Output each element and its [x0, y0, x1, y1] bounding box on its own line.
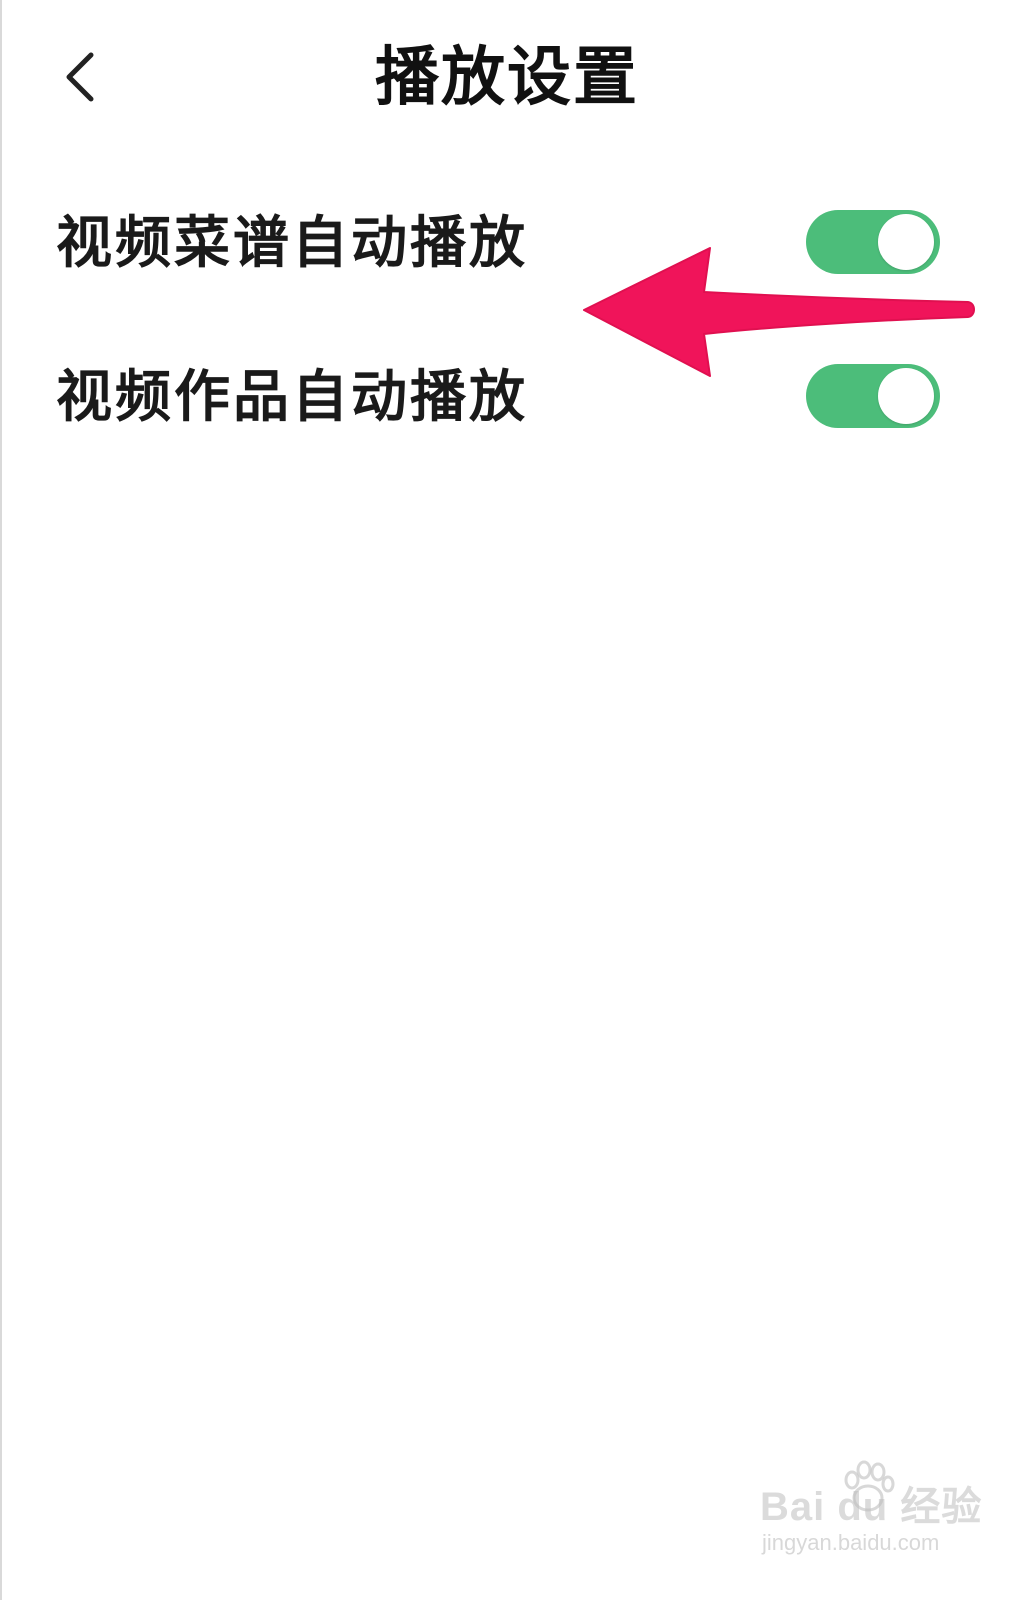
works-video-autoplay-toggle[interactable]	[806, 364, 940, 428]
setting-row-recipe-video-autoplay: 视频菜谱自动播放	[0, 176, 1014, 316]
toggle-knob	[878, 368, 934, 424]
watermark-url: jingyan.baidu.com	[762, 1530, 940, 1555]
watermark-brand: Bai du 经验	[760, 1485, 983, 1529]
setting-row-works-video-autoplay: 视频作品自动播放	[0, 330, 1014, 470]
recipe-video-autoplay-toggle[interactable]	[806, 210, 940, 274]
toggle-knob	[878, 214, 934, 270]
watermark: Bai du 经验 jingyan.baidu.com	[760, 1460, 981, 1570]
header: 播放设置	[0, 0, 1014, 160]
setting-label: 视频作品自动播放	[56, 365, 528, 430]
paw-icon	[844, 1460, 895, 1512]
page-title: 播放设置	[375, 41, 639, 115]
setting-label: 视频菜谱自动播放	[56, 211, 528, 276]
settings-screen: 播放设置 视频菜谱自动播放 视频作品自动播放 Bai du 经验 jingyan…	[0, 0, 1014, 1600]
